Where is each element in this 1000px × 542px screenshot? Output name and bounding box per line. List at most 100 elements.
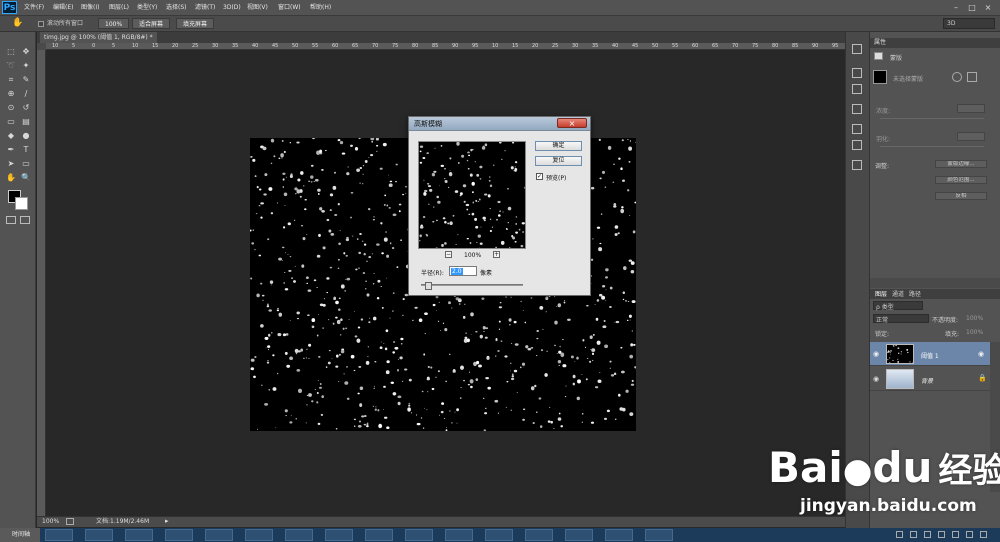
- paragraph-panel-icon[interactable]: [852, 140, 862, 150]
- lasso-tool-icon[interactable]: ➰: [4, 60, 18, 71]
- quick-mask-icon[interactable]: [6, 216, 16, 224]
- crop-tool-icon[interactable]: ⌗: [4, 74, 18, 85]
- taskbar-app-icon[interactable]: [325, 529, 353, 541]
- ok-button[interactable]: 确定: [535, 141, 582, 151]
- fit-screen-button[interactable]: 适合屏幕: [132, 18, 171, 29]
- delete-layer-icon[interactable]: [980, 531, 987, 538]
- layer-filter-select[interactable]: ρ 类型: [873, 301, 923, 311]
- dialog-preview[interactable]: [418, 141, 526, 249]
- path-select-tool-icon[interactable]: ➤: [4, 158, 18, 169]
- taskbar-app-icon[interactable]: [285, 529, 313, 541]
- taskbar-app-icon[interactable]: [245, 529, 273, 541]
- blur-tool-icon[interactable]: ◆: [4, 130, 18, 141]
- magic-wand-tool-icon[interactable]: ✦: [19, 60, 33, 71]
- layer-row-threshold[interactable]: ◉ 阈值 1 ◉: [870, 342, 990, 366]
- tool-presets-icon[interactable]: [852, 160, 862, 170]
- menu-item[interactable]: 窗口(W): [278, 3, 301, 13]
- menu-item[interactable]: 图像(I): [81, 3, 99, 13]
- marquee-tool-icon[interactable]: ⬚: [4, 46, 18, 57]
- layer-visibility-toggle-icon[interactable]: ◉: [978, 350, 984, 358]
- taskbar-app-icon[interactable]: [605, 529, 633, 541]
- adjustment-layer-icon[interactable]: [938, 531, 945, 538]
- actions-panel-icon[interactable]: [852, 68, 862, 78]
- feather-field[interactable]: [957, 132, 985, 141]
- menu-item[interactable]: 图层(L): [109, 3, 129, 13]
- taskbar-app-icon[interactable]: [645, 529, 673, 541]
- screen-mode-icon[interactable]: [20, 216, 30, 224]
- gradient-tool-icon[interactable]: ▤: [19, 116, 33, 127]
- visibility-eye-icon[interactable]: ◉: [873, 375, 879, 383]
- group-icon[interactable]: [952, 531, 959, 538]
- reset-button[interactable]: 复位: [535, 156, 582, 166]
- blend-mode-select[interactable]: 正常: [873, 314, 929, 324]
- pen-tool-icon[interactable]: ✒: [4, 144, 18, 155]
- character-panel-icon[interactable]: [852, 124, 862, 134]
- spot-heal-tool-icon[interactable]: ⊕: [4, 88, 18, 99]
- taskbar-app-icon[interactable]: [405, 529, 433, 541]
- opacity-value[interactable]: 100%: [966, 315, 983, 322]
- add-mask-icon[interactable]: [924, 531, 931, 538]
- taskbar-app-icon[interactable]: [525, 529, 553, 541]
- taskbar-app-icon[interactable]: [85, 529, 113, 541]
- brush-tool-icon[interactable]: ∕: [19, 88, 33, 99]
- fill-value[interactable]: 100%: [966, 329, 983, 336]
- menu-item[interactable]: 滤镜(T): [195, 3, 215, 13]
- preview-checkbox[interactable]: ✓: [536, 173, 543, 180]
- eyedropper-tool-icon[interactable]: ✎: [19, 74, 33, 85]
- clone-stamp-tool-icon[interactable]: ⊙: [4, 102, 18, 113]
- taskbar-app-icon[interactable]: [485, 529, 513, 541]
- taskbar-app-icon[interactable]: [445, 529, 473, 541]
- taskbar-app-icon[interactable]: [125, 529, 153, 541]
- document-tab[interactable]: timg.jpg @ 100% (阈值 1, RGB/8#) *: [40, 32, 157, 43]
- zoom-tool-icon[interactable]: 🔍: [19, 172, 33, 183]
- adjustments-icon[interactable]: [852, 84, 862, 94]
- status-share-icon[interactable]: [66, 518, 74, 525]
- fill-screen-button[interactable]: 填充屏幕: [176, 18, 215, 29]
- fx-icon[interactable]: [910, 531, 917, 538]
- layers-tab-1[interactable]: 通道: [892, 290, 904, 299]
- menu-item[interactable]: 视图(V): [247, 3, 268, 13]
- move-tool-icon[interactable]: ✥: [19, 46, 33, 57]
- menu-item[interactable]: 帮助(H): [310, 3, 331, 13]
- mask-edge-button[interactable]: 蒙版边缘...: [935, 160, 987, 168]
- taskbar-app-icon[interactable]: [565, 529, 593, 541]
- dialog-close-button[interactable]: ×: [557, 118, 587, 128]
- menu-item[interactable]: 选择(S): [166, 3, 187, 13]
- new-layer-icon[interactable]: [966, 531, 973, 538]
- feather-slider[interactable]: [880, 146, 984, 147]
- close-icon[interactable]: ×: [982, 2, 994, 13]
- link-layers-icon[interactable]: [896, 531, 903, 538]
- dodge-tool-icon[interactable]: ●: [19, 130, 33, 141]
- eraser-tool-icon[interactable]: ▭: [4, 116, 18, 127]
- visibility-eye-icon[interactable]: ◉: [873, 350, 879, 358]
- radius-input[interactable]: 2.0: [449, 266, 477, 276]
- shape-tool-icon[interactable]: ▭: [19, 158, 33, 169]
- menu-item[interactable]: 类型(Y): [137, 3, 157, 13]
- layer-row-background[interactable]: ◉ 背景 🔒: [870, 367, 990, 391]
- minimize-icon[interactable]: –: [950, 2, 962, 13]
- zoom-in-button[interactable]: +: [493, 251, 500, 258]
- zoom-level[interactable]: 100%: [42, 517, 59, 526]
- layers-tab-2[interactable]: 路径: [909, 290, 921, 299]
- color-range-button[interactable]: 颜色范围...: [935, 176, 987, 184]
- layers-tab-0[interactable]: 图层: [875, 290, 887, 299]
- add-vector-mask-icon[interactable]: [967, 72, 977, 82]
- density-slider[interactable]: [880, 118, 984, 119]
- type-tool-icon[interactable]: T: [19, 144, 33, 155]
- hand-tool-icon[interactable]: ✋: [4, 172, 18, 183]
- history-panel-icon[interactable]: [852, 44, 862, 54]
- radius-slider-thumb[interactable]: [425, 282, 432, 290]
- info-panel-icon[interactable]: [852, 104, 862, 114]
- taskbar-app-icon[interactable]: [45, 529, 73, 541]
- zoom-100-button[interactable]: 100%: [98, 18, 130, 29]
- density-field[interactable]: [957, 104, 985, 113]
- invert-button[interactable]: 反相: [935, 192, 987, 200]
- background-color-swatch[interactable]: [15, 197, 28, 210]
- taskbar-app-icon[interactable]: [205, 529, 233, 541]
- status-arrow-icon[interactable]: ▸: [165, 517, 169, 526]
- history-brush-tool-icon[interactable]: ↺: [19, 102, 33, 113]
- select-pixel-mask-icon[interactable]: [952, 72, 962, 82]
- zoom-out-button[interactable]: −: [445, 251, 452, 258]
- hand-tool-icon[interactable]: ✋: [12, 18, 24, 29]
- radius-slider[interactable]: [421, 282, 523, 290]
